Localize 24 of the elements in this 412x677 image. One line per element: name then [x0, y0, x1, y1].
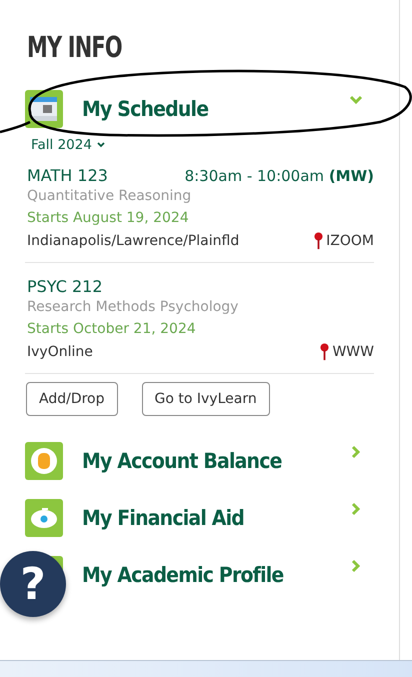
pin-icon [320, 343, 330, 361]
section-title[interactable]: My Schedule [82, 97, 329, 121]
course-name: Quantitative Reasoning [27, 188, 192, 204]
page-heading: MY INFO [27, 30, 122, 64]
course-name: Research Methods Psychology [27, 299, 240, 315]
pin-icon [314, 232, 324, 250]
campus-name: Indianapolis/Lawrence/Plainfld [27, 233, 240, 249]
section-title[interactable]: My Financial Aid [82, 506, 329, 530]
piggy-bank-icon [25, 499, 63, 537]
room-label: IZOOM [326, 233, 374, 249]
course-code: PSYC 212 [27, 277, 102, 296]
section-title[interactable]: My Academic Profile [82, 563, 329, 587]
start-date: Starts October 21, 2024 [27, 321, 197, 337]
action-button[interactable]: Add/Drop [26, 382, 118, 416]
caret-icon [96, 140, 106, 150]
action-button[interactable]: Go to IvyLearn [142, 382, 270, 416]
coin-icon [25, 442, 63, 480]
start-date: Starts August 19, 2024 [27, 210, 190, 226]
course-time: 8:30am - 10:00am (MW) [184, 166, 374, 184]
room-label: WWW [332, 344, 374, 360]
section-title[interactable]: My Account Balance [82, 449, 329, 473]
course-code: MATH 123 [27, 166, 108, 185]
campus-name: IvyOnline [27, 344, 93, 360]
term-dropdown[interactable]: Fall 2024 [31, 137, 106, 153]
